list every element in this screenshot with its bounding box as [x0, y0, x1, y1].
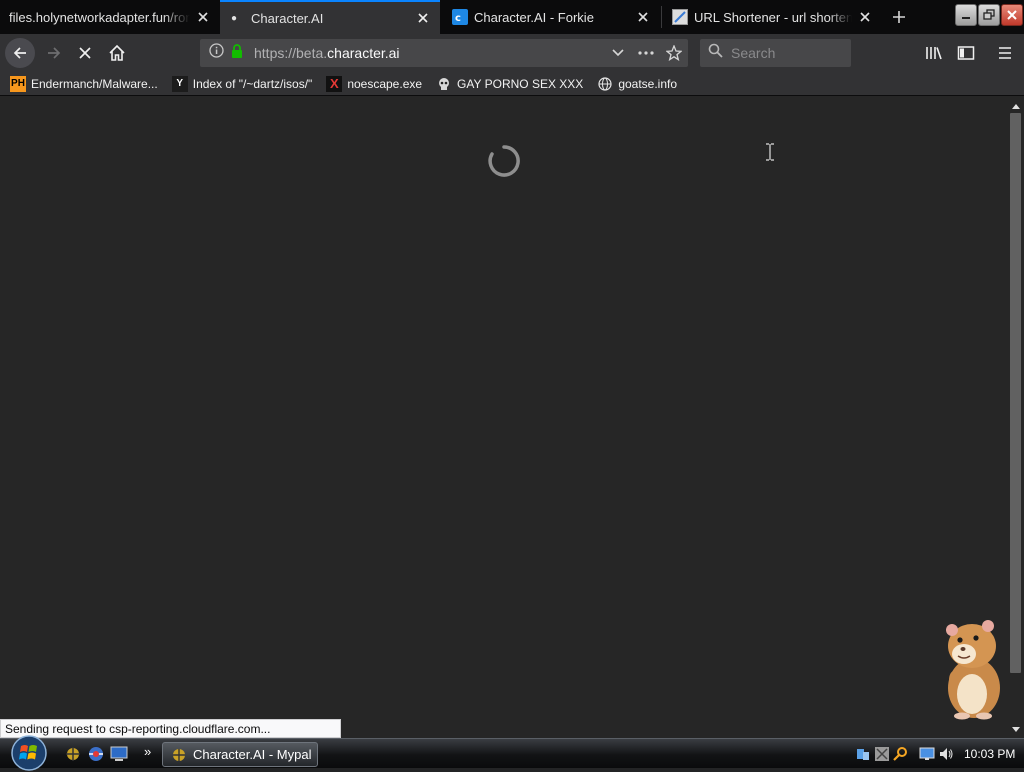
page-content	[0, 97, 1007, 738]
search-input[interactable]	[731, 45, 841, 61]
bookmark-label: GAY PORNO SEX XXX	[457, 76, 584, 91]
bookmark-noescape[interactable]: X noescape.exe	[326, 75, 423, 92]
bookmark-label: noescape.exe	[347, 76, 423, 91]
plus-icon	[893, 11, 905, 23]
tab-title: Character.AI	[251, 10, 324, 26]
window-controls	[954, 4, 1023, 28]
bookmark-label: Endermanch/Malware...	[31, 76, 158, 91]
bookmark-label: goatse.info	[618, 76, 678, 91]
chevron-down-icon	[612, 49, 624, 57]
minimize-button[interactable]	[955, 4, 977, 26]
tab-character-ai-forkie[interactable]: c Character.AI - Forkie	[442, 0, 660, 34]
browser-window: files.holynetworkadapter.fun/ronc ● Char…	[0, 0, 1024, 738]
bookmark-index-dartz[interactable]: Y Index of "/~dartz/isos/"	[171, 75, 313, 92]
scroll-down-button[interactable]	[1007, 721, 1024, 738]
close-icon[interactable]	[196, 10, 210, 24]
close-icon[interactable]	[416, 11, 430, 25]
close-icon[interactable]	[636, 10, 650, 24]
start-button[interactable]	[6, 734, 52, 772]
link-favicon-icon	[672, 9, 688, 25]
tab-character-ai[interactable]: ● Character.AI	[220, 0, 440, 34]
back-button[interactable]	[5, 38, 35, 68]
window-close-button[interactable]	[1001, 4, 1023, 26]
tab-title: URL Shortener - url shortening	[694, 9, 852, 25]
forward-button[interactable]	[40, 39, 68, 67]
search-tray-icon[interactable]	[893, 746, 909, 762]
url-dropdown-button[interactable]	[604, 39, 632, 67]
bookmark-label: Index of "/~dartz/isos/"	[192, 76, 313, 91]
vertical-scrollbar[interactable]	[1007, 97, 1024, 738]
arrow-up-icon	[1011, 103, 1020, 109]
url-text[interactable]: https://beta.character.ai	[254, 45, 604, 61]
bookmark-star-button[interactable]	[660, 39, 688, 67]
tab-holynetworkadapter[interactable]: files.holynetworkadapter.fun/ronc	[0, 0, 220, 34]
scroll-up-button[interactable]	[1007, 97, 1024, 114]
skull-icon	[436, 76, 452, 92]
page-actions-button[interactable]	[632, 39, 660, 67]
globe-icon	[597, 76, 613, 92]
taskbar-item-label: Character.AI - Mypal	[193, 747, 312, 762]
svg-text:c: c	[455, 13, 461, 24]
home-icon	[109, 44, 125, 61]
url-prefix: https://beta.	[254, 45, 328, 61]
sidebar-button[interactable]	[952, 39, 980, 67]
tab-bullet-icon: ●	[231, 12, 238, 24]
taskbar: » Character.AI - Mypal 10:03 PM	[0, 735, 1024, 771]
tab-strip: files.holynetworkadapter.fun/ronc ● Char…	[0, 0, 1024, 34]
sidebar-icon	[957, 46, 975, 60]
system-tray: 10:03 PM	[852, 739, 1024, 769]
clock[interactable]: 10:03 PM	[964, 747, 1015, 761]
hamburger-menu-icon	[999, 47, 1011, 59]
url-bar[interactable]: https://beta.character.ai	[200, 39, 688, 67]
security-icon[interactable]	[874, 746, 890, 762]
close-icon[interactable]	[858, 10, 872, 24]
ph-icon: PH	[10, 75, 26, 92]
bookmark-endermanch[interactable]: PH Endermanch/Malware...	[10, 75, 158, 92]
tab-title: files.holynetworkadapter.fun/ronc	[9, 9, 190, 25]
loading-spinner-icon	[488, 145, 520, 177]
back-arrow-icon	[13, 47, 26, 59]
taskbar-item-mypal[interactable]: Character.AI - Mypal	[162, 742, 318, 767]
tab-url-shortener[interactable]: URL Shortener - url shortening	[662, 0, 882, 34]
bookmarks-toolbar: PH Endermanch/Malware... Y Index of "/~d…	[0, 72, 1024, 96]
menu-button[interactable]	[991, 39, 1019, 67]
y-icon: Y	[171, 75, 188, 92]
volume-icon[interactable]	[938, 746, 954, 762]
more-icon	[638, 51, 654, 55]
library-icon	[926, 47, 942, 60]
library-button[interactable]	[920, 39, 948, 67]
star-icon	[666, 45, 682, 61]
navigation-toolbar: https://beta.character.ai	[0, 34, 1024, 72]
search-icon	[708, 43, 723, 63]
character-ai-favicon-icon: c	[452, 9, 468, 25]
search-box[interactable]	[700, 39, 851, 67]
tab-title: Character.AI - Forkie	[474, 9, 594, 25]
info-icon[interactable]	[209, 43, 225, 63]
bookmark-goatse[interactable]: goatse.info	[597, 76, 677, 92]
home-button[interactable]	[103, 39, 131, 67]
arrow-down-icon	[1011, 726, 1020, 732]
quicklaunch-desktop-icon[interactable]	[110, 745, 128, 763]
mypal-app-icon	[173, 748, 185, 761]
scroll-thumb[interactable]	[1010, 113, 1021, 673]
new-tab-button[interactable]	[888, 6, 910, 28]
display-icon[interactable]	[919, 746, 935, 762]
quicklaunch-more-button[interactable]: »	[144, 744, 151, 759]
dancing-hamster-image	[946, 620, 1000, 720]
x-icon: X	[326, 75, 343, 92]
text-cursor-icon	[766, 143, 774, 161]
stop-button[interactable]	[71, 39, 99, 67]
restore-button[interactable]	[978, 4, 1000, 26]
quicklaunch-app-icon[interactable]	[64, 745, 82, 763]
url-domain: character.ai	[327, 45, 400, 61]
stop-icon	[79, 47, 91, 59]
forward-arrow-icon	[48, 47, 61, 59]
quicklaunch-globe-icon[interactable]	[87, 745, 105, 763]
lock-icon[interactable]	[231, 43, 245, 63]
bookmark-gay-porno[interactable]: GAY PORNO SEX XXX	[436, 76, 583, 92]
network-icon[interactable]	[855, 746, 871, 762]
